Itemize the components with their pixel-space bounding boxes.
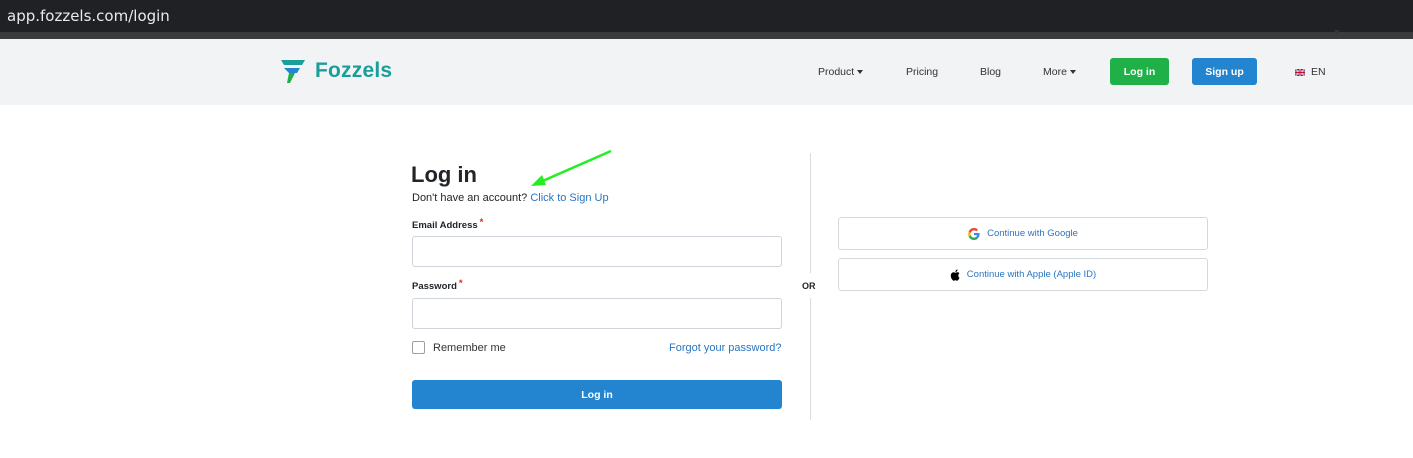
language-selector[interactable]: EN	[1295, 66, 1326, 78]
apple-login-label: Continue with Apple (Apple ID)	[966, 269, 1097, 280]
fozzels-logo-icon	[281, 60, 305, 83]
no-account-text: Don't have an account?	[412, 192, 528, 204]
caret-down-icon	[1069, 70, 1076, 74]
password-field[interactable]	[412, 298, 782, 329]
remember-me-checkbox[interactable]	[412, 341, 425, 354]
caret-down-icon	[857, 70, 864, 74]
signup-prompt: Don't have an account? Click to Sign Up	[412, 192, 609, 204]
url-text: app.fozzels.com/login	[7, 7, 170, 25]
google-icon	[968, 227, 980, 240]
language-label: EN	[1311, 66, 1326, 78]
header-signup-button[interactable]: Sign up	[1192, 58, 1257, 85]
or-separator: OR	[802, 281, 816, 291]
nav-product[interactable]: Product	[818, 66, 864, 78]
nav-pricing[interactable]: Pricing	[906, 66, 938, 78]
language-caret-down-icon[interactable]	[1334, 30, 1340, 34]
vertical-divider	[810, 298, 811, 420]
annotation-arrow-icon	[531, 149, 612, 186]
nav-blog[interactable]: Blog	[980, 66, 1001, 78]
browser-toolbar-strip	[0, 32, 1413, 39]
nav-product-label: Product	[818, 66, 855, 78]
apple-icon	[950, 269, 960, 281]
site-header: Fozzels Product Pricing Blog More Log in…	[0, 39, 1413, 105]
email-label: Email Address *	[412, 217, 484, 231]
required-mark: *	[458, 278, 463, 289]
google-login-button[interactable]: Continue with Google	[838, 217, 1208, 250]
apple-login-button[interactable]: Continue with Apple (Apple ID)	[838, 258, 1208, 291]
signup-link[interactable]: Click to Sign Up	[530, 192, 608, 204]
remember-me[interactable]: Remember me	[412, 341, 506, 354]
nav-more-label: More	[1043, 66, 1067, 78]
page-title: Log in	[411, 162, 477, 187]
login-submit-button[interactable]: Log in	[412, 380, 782, 409]
uk-flag-icon	[1295, 68, 1305, 76]
forgot-password-link[interactable]: Forgot your password?	[669, 342, 782, 354]
google-login-label: Continue with Google	[987, 228, 1078, 239]
nav-more[interactable]: More	[1043, 66, 1076, 78]
password-label: Password *	[412, 278, 463, 292]
email-field[interactable]	[412, 236, 782, 267]
brand-name: Fozzels	[315, 59, 393, 82]
brand-logo[interactable]: Fozzels	[280, 58, 392, 84]
nav-pricing-label: Pricing	[906, 66, 939, 78]
remember-me-label: Remember me	[433, 341, 506, 354]
header-login-button[interactable]: Log in	[1110, 58, 1169, 85]
password-label-text: Password	[412, 281, 457, 292]
vertical-divider	[810, 153, 811, 273]
required-mark: *	[479, 217, 484, 228]
email-label-text: Email Address	[412, 220, 478, 231]
nav-blog-label: Blog	[980, 66, 1002, 78]
browser-address-bar[interactable]: app.fozzels.com/login	[0, 0, 1413, 32]
